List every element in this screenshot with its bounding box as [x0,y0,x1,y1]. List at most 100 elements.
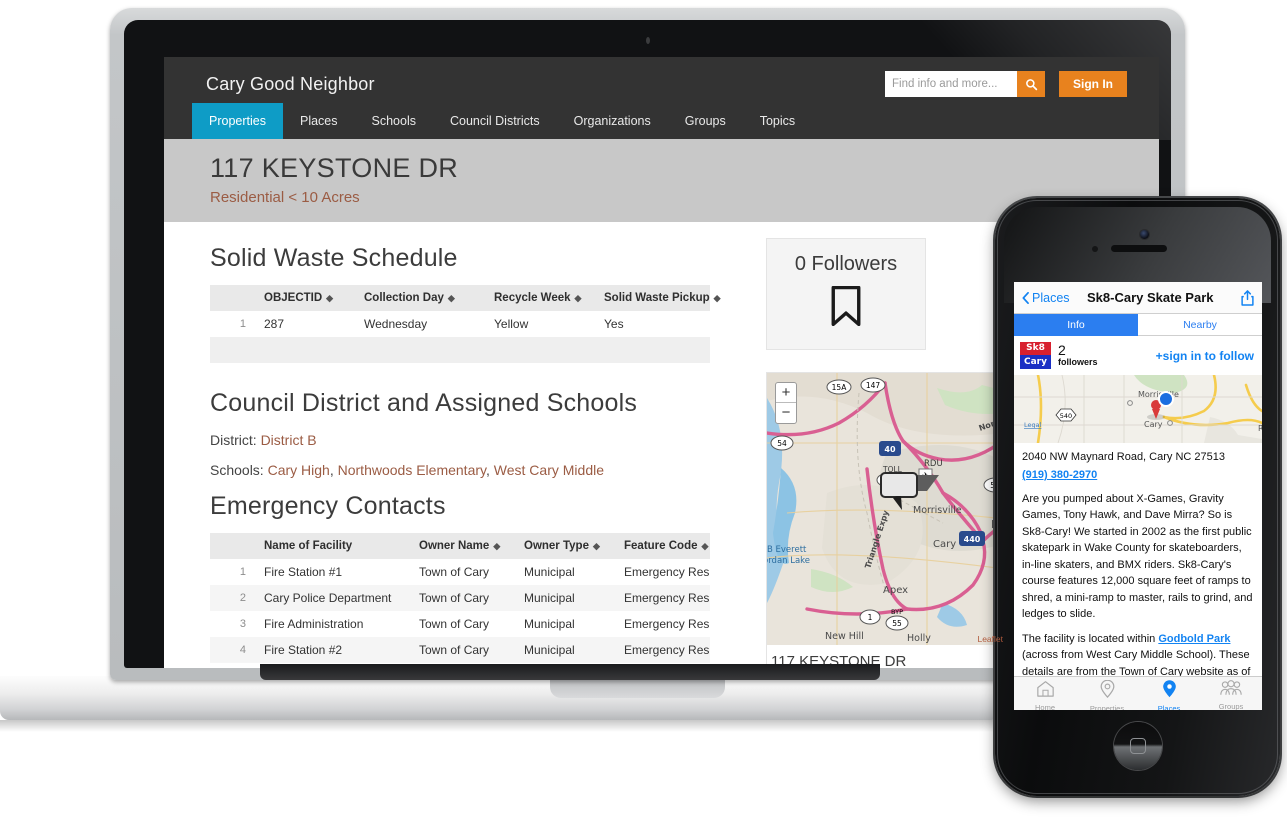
tabbar-item-home[interactable]: Home [1014,677,1076,710]
home-button-square-icon [1129,738,1146,754]
cell-feature-code: Emergency Resp [624,617,710,631]
earpiece-speaker [1111,245,1167,252]
emergency-table: Name of Facility Owner Name ◆ Owner Type ◆… [210,533,710,668]
nav-item-organizations[interactable]: Organizations [557,103,668,139]
cell-owner-name: Town of Cary [419,591,490,605]
tab-nearby[interactable]: Nearby [1138,314,1262,336]
search-input[interactable] [885,71,1017,97]
schools-row: Schools: Cary High, Northwoods Elementar… [210,462,734,478]
phone-device: Places Sk8-Cary Skate Park Info Nearby S… [995,198,1285,818]
school-link-west-cary-middle[interactable]: West Cary Middle [494,462,604,478]
tabbar-item-groups[interactable]: Groups [1200,677,1262,710]
proximity-sensor-icon [1092,246,1098,252]
table-row[interactable]: 2 Cary Police Department Town of Cary Munic… [210,585,710,611]
site-title: Cary Good Neighbor [206,74,375,94]
sign-in-button[interactable]: Sign In [1059,71,1127,97]
tabbar-item-properties[interactable]: Properties [1076,677,1138,710]
col-owner-name[interactable]: Owner Name ◆ [413,533,518,559]
godbold-park-link[interactable]: Godbold Park [1158,633,1230,645]
nav-item-schools[interactable]: Schools [355,103,433,139]
place-phone-link[interactable]: (919) 380-2970 [1022,469,1097,481]
district-link[interactable]: District B [261,432,317,448]
ios-tabbar: Home Properties Places Groups [1014,676,1262,710]
map-location-marker[interactable] [879,469,943,515]
cell-owner-name: Town of Cary [419,617,490,631]
map-canvas[interactable]: Morrisville Cary Apex New Hill Holly RDU… [767,373,1005,645]
row-index: 4 [239,644,246,656]
properties-icon [1100,679,1114,699]
col-solid-waste-pickup[interactable]: Solid Waste Pickup ◆ [598,285,721,311]
mini-map-tiles: Morrisville Cary R 540 Legal [1014,375,1262,443]
col-owner-type[interactable]: Owner Type ◆ [518,533,618,559]
solid-waste-section: Solid Waste Schedule OBJECTID ◆ Collectio… [210,244,734,363]
search-button[interactable] [1017,71,1045,97]
col-feature-code[interactable]: Feature Code ◆ [618,533,710,559]
main-column: Solid Waste Schedule OBJECTID ◆ Collectio… [164,222,734,668]
place-description-1: Are you pumped about X-Games, Gravity Ga… [1022,492,1253,621]
table-row[interactable]: 1 Fire Station #1 Town of Cary Municipal Eme… [210,559,710,585]
map-attribution[interactable]: Leaflet [977,634,1003,644]
col-name-of-facility[interactable]: Name of Facility [258,533,413,559]
col-objectid[interactable]: OBJECTID ◆ [258,285,358,311]
place-address: 2040 NW Maynard Road, Cary NC 27513 [1022,451,1225,463]
header-actions: Sign In [885,71,1127,97]
svg-text:New Hill: New Hill [825,631,864,642]
sign-in-to-follow-link[interactable]: +sign in to follow [1156,349,1254,363]
svg-text:Apex: Apex [883,585,908,596]
desc2-pre: The facility is located within [1022,632,1159,645]
legal-link: Legal [1024,421,1042,429]
table-row[interactable]: 1 287 Wednesday Yellow Yes [210,311,710,337]
nav-item-council-districts[interactable]: Council Districts [433,103,557,139]
school-link-northwoods-elementary[interactable]: Northwoods Elementary [338,462,486,478]
followers-count: 2 [1058,342,1066,359]
svg-text:R: R [1258,424,1262,433]
search-icon [1025,78,1037,90]
table-header-row: Name of Facility Owner Name ◆ Owner Type ◆… [210,533,710,559]
logo-text-top: Sk8 [1026,343,1045,353]
col-recycle-week[interactable]: Recycle Week ◆ [488,285,598,311]
nav-item-groups[interactable]: Groups [668,103,743,139]
table-row[interactable]: 3 Fire Administration Town of Cary Municipa… [210,611,710,637]
tab-info[interactable]: Info [1014,314,1138,336]
tabbar-label-properties: Properties [1089,704,1125,710]
cell-feature-code: Emergency Resp [624,591,710,605]
sort-icon: ◆ [493,541,501,551]
tabbar-label-places: Places [1157,704,1181,710]
sep: , [329,462,334,478]
svg-text:147: 147 [866,381,881,390]
col-collection-day[interactable]: Collection Day ◆ [358,285,488,311]
home-button[interactable] [1113,722,1162,770]
schools-label: Schools: [210,462,264,478]
school-link-cary-high[interactable]: Cary High [268,462,330,478]
mini-map[interactable]: Morrisville Cary R 540 Legal [1014,375,1262,443]
bookmark-icon[interactable] [829,285,863,327]
cell-feature-code: Emergency Resp [624,643,710,657]
cell-owner-name: Town of Cary [419,643,490,657]
nav-item-properties[interactable]: Properties [192,103,283,139]
table-footer [210,337,710,363]
logo-text-bottom: Cary [1024,356,1047,367]
row-index-header [210,533,258,559]
site-header: Cary Good Neighbor Sign In [164,57,1159,139]
cell-recycle-week: Yellow [494,317,529,331]
nav-item-places[interactable]: Places [283,103,355,139]
svg-text:55: 55 [892,619,902,628]
district-label: District: [210,432,257,448]
segmented-control: Info Nearby [1014,314,1262,336]
sort-icon: ◆ [592,541,600,551]
places-pin-icon [1162,680,1176,698]
sep: , [486,462,490,478]
cell-name-of-facility: Fire Station #1 [264,565,343,579]
cell-name-of-facility: Fire Administration [264,617,364,631]
tabbar-item-places[interactable]: Places [1138,677,1200,710]
share-icon[interactable] [1241,289,1254,306]
table-row[interactable]: 4 Fire Station #2 Town of Cary Municipal Eme… [210,637,710,663]
map-zoom-out-button[interactable]: − [776,403,796,423]
council-section: Council District and Assigned Schools Di… [210,389,734,478]
emergency-table-scroll[interactable]: Name of Facility Owner Name ◆ Owner Type ◆… [210,533,734,668]
nav-item-topics[interactable]: Topics [743,103,812,139]
cell-owner-type: Municipal [524,591,575,605]
followers-block: 2 followers [1058,343,1098,367]
followers-card[interactable]: 0 Followers [766,238,926,350]
map-zoom-in-button[interactable]: + [776,383,796,403]
